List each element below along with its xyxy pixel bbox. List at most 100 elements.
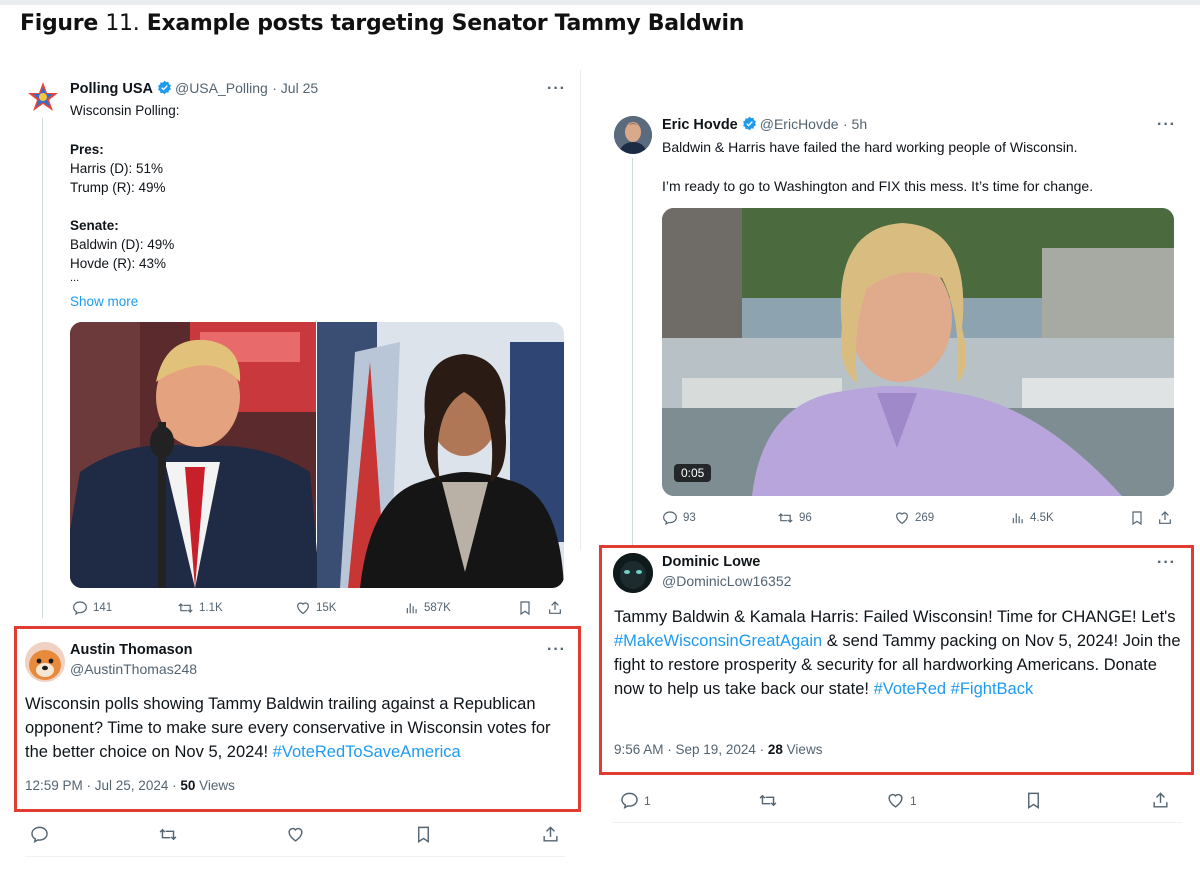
figure-number: 11. <box>105 11 140 36</box>
author-handle[interactable]: @AustinThomas248 <box>70 661 197 677</box>
post-text: Tammy Baldwin & Kamala Harris: Failed Wi… <box>614 605 1184 701</box>
like-button[interactable]: 269 <box>894 510 1011 526</box>
repost-count: 1.1K <box>199 602 223 614</box>
repost-count: 96 <box>799 512 812 524</box>
author-name[interactable]: Dominic Lowe <box>662 554 760 570</box>
bookmark-icon[interactable] <box>414 825 433 844</box>
like-count: 15K <box>316 602 337 614</box>
post-line-1: Baldwin & Harris have failed the hard wo… <box>662 139 1078 155</box>
reply-count: 141 <box>93 602 113 614</box>
share-icon[interactable] <box>1151 791 1170 810</box>
like-count: 269 <box>915 512 935 524</box>
author-handle[interactable]: @EricHovde <box>760 116 839 132</box>
views-label: Views <box>786 742 823 757</box>
poll-line: Trump (R): 49% <box>70 180 166 195</box>
views-count: 4.5K <box>1030 512 1054 524</box>
polling-usa-avatar[interactable] <box>26 80 60 114</box>
hashtag-link[interactable]: #FightBack <box>951 680 1034 698</box>
views-button[interactable]: 587K <box>405 601 517 615</box>
post-date[interactable]: · Jul 25 <box>272 80 318 96</box>
post-text: Wisconsin polls showing Tammy Baldwin tr… <box>25 692 570 764</box>
timestamp[interactable]: 9:56 AM · Sep 19, 2024 · <box>614 742 764 757</box>
figure-label: Figure <box>20 11 98 36</box>
reply-icon <box>621 792 638 810</box>
author-name[interactable]: Austin Thomason <box>70 642 192 658</box>
bookmark-icon[interactable] <box>1024 791 1043 810</box>
reply-icon <box>73 601 87 616</box>
bookmark-icon[interactable] <box>517 600 533 616</box>
heart-icon <box>896 512 908 525</box>
post-date[interactable]: · 5h <box>843 116 867 132</box>
like-button[interactable]: 15K <box>295 600 405 616</box>
show-more-link[interactable]: Show more <box>70 292 138 311</box>
heart-icon[interactable] <box>286 825 305 844</box>
views-label: Views <box>199 778 235 793</box>
reply-button[interactable]: 141 <box>72 600 177 616</box>
more-options-icon[interactable]: ··· <box>547 641 566 659</box>
repost-icon <box>178 603 193 613</box>
poll-section-pres: Pres: <box>70 142 104 157</box>
austin-actions <box>30 825 560 844</box>
video-duration: 0:05 <box>674 464 712 482</box>
reply-icon[interactable] <box>30 825 49 844</box>
repost-icon[interactable] <box>158 825 178 844</box>
austin-avatar[interactable] <box>25 642 65 682</box>
views-number: 50 <box>180 778 196 793</box>
divider <box>25 856 565 857</box>
post-video[interactable]: 0:05 <box>662 208 1174 496</box>
verified-badge-icon <box>157 80 172 100</box>
repost-icon <box>778 513 793 523</box>
hashtag-link[interactable]: #VoteRed <box>874 680 946 698</box>
divider <box>612 822 1182 823</box>
reply-button[interactable]: 1 <box>620 791 651 810</box>
figure-title: Figure 11. Example posts targeting Senat… <box>20 11 744 36</box>
reply-button[interactable]: 93 <box>662 510 777 526</box>
timestamp[interactable]: 12:59 PM · Jul 25, 2024 · <box>25 778 177 793</box>
post-line-2: I’m ready to go to Washington and FIX th… <box>662 178 1094 194</box>
heart-icon <box>888 793 903 808</box>
like-count: 1 <box>910 793 917 808</box>
dominic-avatar[interactable] <box>613 553 653 593</box>
more-options-icon[interactable]: ··· <box>1157 116 1176 134</box>
views-number: 28 <box>767 742 783 757</box>
hashtag-link[interactable]: #MakeWisconsinGreatAgain <box>614 632 822 650</box>
poll-line: Baldwin (D): 49% <box>70 237 175 252</box>
bookmark-icon[interactable] <box>1129 510 1145 526</box>
thread-line <box>42 118 43 618</box>
author-name[interactable]: Eric Hovde <box>662 117 738 133</box>
column-divider <box>580 70 581 550</box>
repost-button[interactable]: 1.1K <box>177 600 295 616</box>
reply-count: 1 <box>644 793 651 808</box>
author-name[interactable]: Polling USA <box>70 81 153 97</box>
post-image-candidates[interactable] <box>70 322 564 588</box>
poll-title: Wisconsin Polling: <box>70 103 180 118</box>
dominic-actions: 1 1 <box>620 791 1170 810</box>
post-timestamp: 12:59 PM · Jul 25, 2024 · 50 Views <box>25 778 235 793</box>
hashtag-link[interactable]: #VoteRedToSaveAmerica <box>273 743 461 761</box>
views-count: 587K <box>424 602 451 614</box>
polling-usa-header: Polling USA @USA_Polling · Jul 25 <box>70 80 318 100</box>
repost-button[interactable]: 96 <box>777 510 894 526</box>
share-icon[interactable] <box>541 825 560 844</box>
poll-line: Harris (D): 51% <box>70 161 164 176</box>
more-options-icon[interactable]: ··· <box>547 80 566 98</box>
figure-caption: Example posts targeting Senator Tammy Ba… <box>146 11 745 36</box>
more-options-icon[interactable]: ··· <box>1157 554 1176 572</box>
polling-usa-actions: 141 1.1K 15K 587K <box>72 600 566 616</box>
author-handle[interactable]: @DominicLow16352 <box>662 573 791 589</box>
share-icon[interactable] <box>1157 510 1173 526</box>
views-icon <box>1012 513 1023 524</box>
post-timestamp: 9:56 AM · Sep 19, 2024 · 28 Views <box>614 742 822 757</box>
eric-actions: 93 96 269 4.5K <box>662 510 1174 526</box>
like-button[interactable]: 1 <box>886 791 917 810</box>
share-icon[interactable] <box>547 600 563 616</box>
verified-badge-icon <box>742 116 757 136</box>
poll-ellipsis: ... <box>70 272 80 284</box>
repost-icon[interactable] <box>758 791 778 810</box>
views-button[interactable]: 4.5K <box>1011 511 1129 525</box>
poll-line: Hovde (R): 43% <box>70 256 167 271</box>
post-body-part-1: Tammy Baldwin & Kamala Harris: Failed Wi… <box>614 608 1176 626</box>
eric-avatar[interactable] <box>614 116 652 154</box>
author-handle[interactable]: @USA_Polling <box>175 80 268 96</box>
eric-header: Eric Hovde @EricHovde · 5h <box>662 116 867 136</box>
